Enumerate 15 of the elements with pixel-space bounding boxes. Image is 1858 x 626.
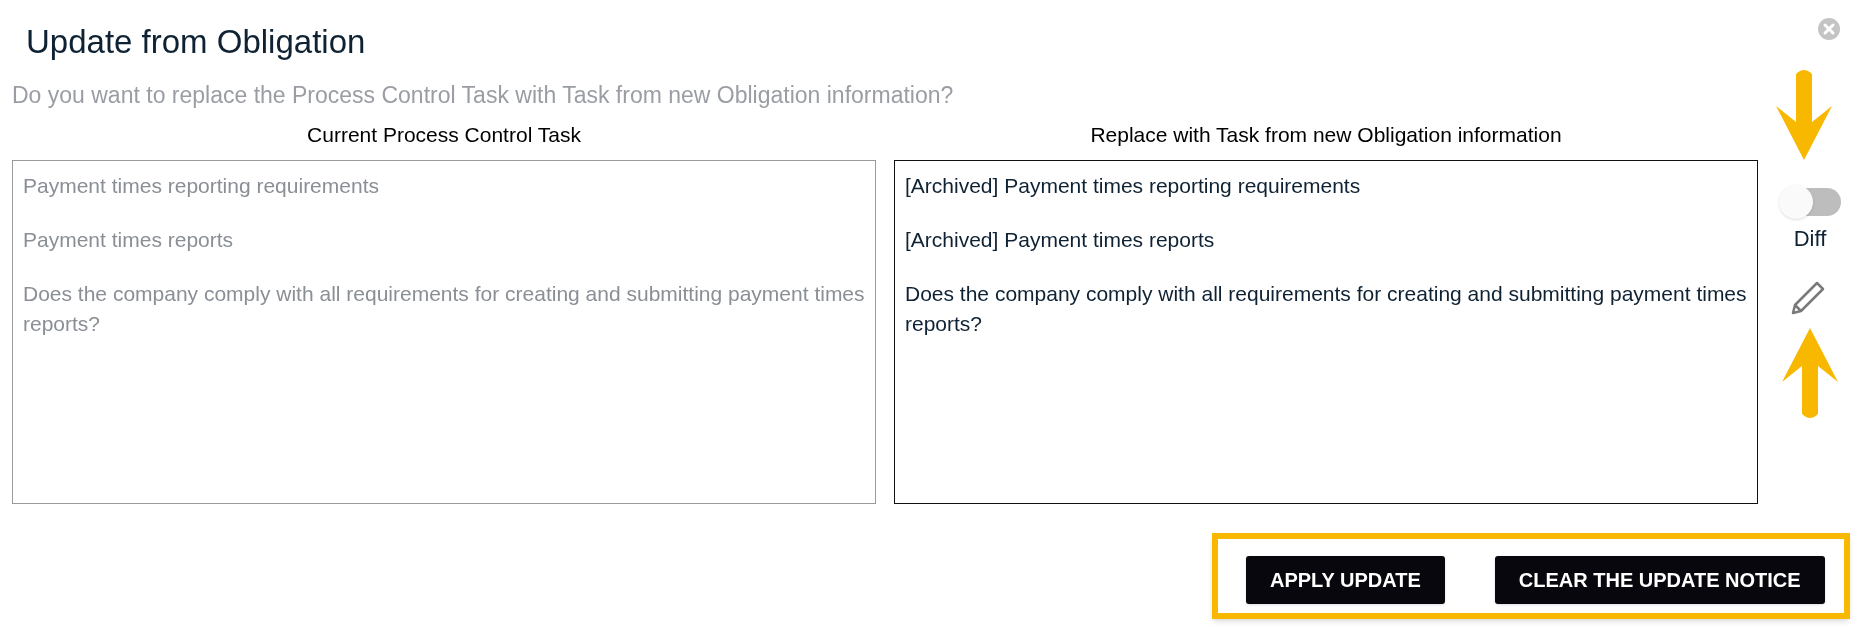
close-icon[interactable] — [1818, 18, 1840, 40]
column-heading: Current Process Control Task — [306, 122, 582, 148]
action-button[interactable]: CLEAR THE UPDATE NOTICE — [1494, 556, 1825, 604]
task-text: Payment times reporting requirements — [23, 173, 380, 199]
diff-label: Diff — [1793, 225, 1827, 253]
action-button[interactable]: APPLY UPDATE — [1246, 556, 1445, 604]
task-text: [Archived] Payment times reports — [905, 227, 1216, 253]
prompt-text: Do you want to replace the Process Control Task with Task from new Obligation information? — [12, 81, 955, 110]
task-text: Does the company comply with all requirements for creating and submitting payment times reports? — [905, 281, 1747, 337]
column-heading: Replace with Task from new Obligation information — [1089, 122, 1563, 148]
task-text: [Archived] Payment times reporting requirements — [905, 173, 1362, 199]
task-text: Does the company comply with all requirements for creating and submitting payment times reports? — [23, 281, 865, 337]
dialog-title: Update from Obligation — [26, 22, 367, 62]
pencil-icon[interactable] — [1789, 279, 1827, 317]
task-text: Payment times reports — [23, 227, 235, 253]
